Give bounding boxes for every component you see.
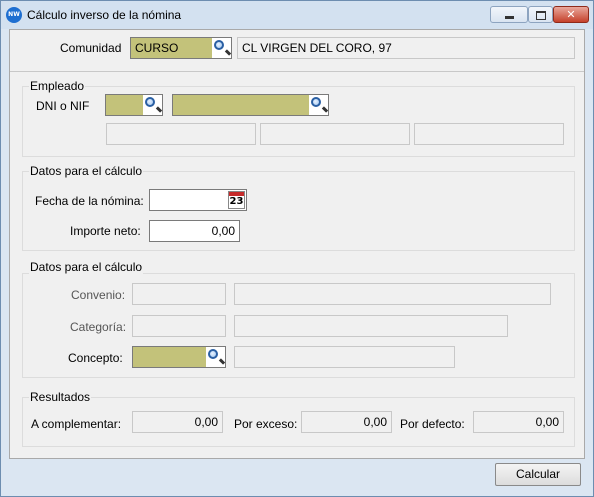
- employee-info-field-1: [106, 123, 256, 145]
- search-icon: [311, 97, 321, 107]
- calcular-button[interactable]: Calcular: [495, 463, 581, 486]
- importe-label: Importe neto:: [70, 224, 141, 238]
- convenio-code-field: [132, 283, 226, 305]
- employee-name-field[interactable]: [172, 94, 329, 116]
- close-button[interactable]: ✕: [553, 6, 589, 23]
- categoria-desc-field: [234, 315, 508, 337]
- employee-info-field-2: [260, 123, 410, 145]
- dni-field[interactable]: [105, 94, 163, 116]
- employee-info-field-3: [414, 123, 564, 145]
- convenio-label: Convenio:: [71, 288, 126, 302]
- title-bar[interactable]: NW Cálculo inverso de la nómina ✕: [1, 1, 593, 29]
- categoria-code-field: [132, 315, 226, 337]
- comunidad-code-value: CURSO: [135, 41, 179, 55]
- search-icon: [214, 40, 224, 50]
- search-icon: [145, 97, 155, 107]
- divider: [10, 71, 584, 72]
- main-window: NW Cálculo inverso de la nómina ✕ Comuni…: [0, 0, 594, 497]
- maximize-button[interactable]: [528, 6, 553, 23]
- resultados-title: Resultados: [29, 390, 92, 404]
- empleado-title: Empleado: [29, 79, 86, 93]
- minimize-icon: [505, 16, 514, 19]
- concepto-desc-field: [234, 346, 455, 368]
- dialog-body: Comunidad CURSO CL VIRGEN DEL CORO, 97 E…: [9, 29, 585, 459]
- categoria-label: Categoría:: [70, 320, 127, 334]
- importe-input[interactable]: 0,00: [149, 220, 240, 242]
- concepto-label: Concepto:: [68, 351, 123, 365]
- search-icon: [208, 349, 218, 359]
- fecha-input[interactable]: 23: [149, 189, 247, 211]
- fecha-label: Fecha de la nómina:: [35, 194, 144, 208]
- maximize-icon: [536, 11, 546, 20]
- datos-calculo-group: [22, 171, 575, 251]
- minimize-button[interactable]: [490, 6, 528, 23]
- dni-search-button[interactable]: [143, 95, 162, 115]
- employee-search-button[interactable]: [309, 95, 328, 115]
- dni-label: DNI o NIF: [36, 99, 90, 113]
- datos-calculo-title: Datos para el cálculo: [29, 164, 144, 178]
- close-icon: ✕: [566, 8, 576, 21]
- concepto-code-field[interactable]: [132, 346, 226, 368]
- comunidad-search-button[interactable]: [212, 38, 231, 58]
- complementar-label: A complementar:: [31, 417, 122, 431]
- complementar-value: 0,00: [132, 411, 223, 433]
- comunidad-label: Comunidad: [60, 41, 122, 55]
- comunidad-address-field: CL VIRGEN DEL CORO, 97: [237, 37, 575, 59]
- app-logo-icon: NW: [6, 7, 22, 23]
- defecto-label: Por defecto:: [400, 417, 465, 431]
- defecto-value: 0,00: [473, 411, 564, 433]
- window-title: Cálculo inverso de la nómina: [27, 8, 182, 22]
- exceso-value: 0,00: [301, 411, 392, 433]
- concepto-search-button[interactable]: [206, 347, 225, 367]
- datos-calculo2-title: Datos para el cálculo: [29, 260, 144, 274]
- calendar-day: 23: [229, 196, 244, 207]
- convenio-desc-field: [234, 283, 551, 305]
- exceso-label: Por exceso:: [234, 417, 298, 431]
- comunidad-code-field[interactable]: CURSO: [130, 37, 232, 59]
- calendar-icon[interactable]: 23: [228, 191, 245, 209]
